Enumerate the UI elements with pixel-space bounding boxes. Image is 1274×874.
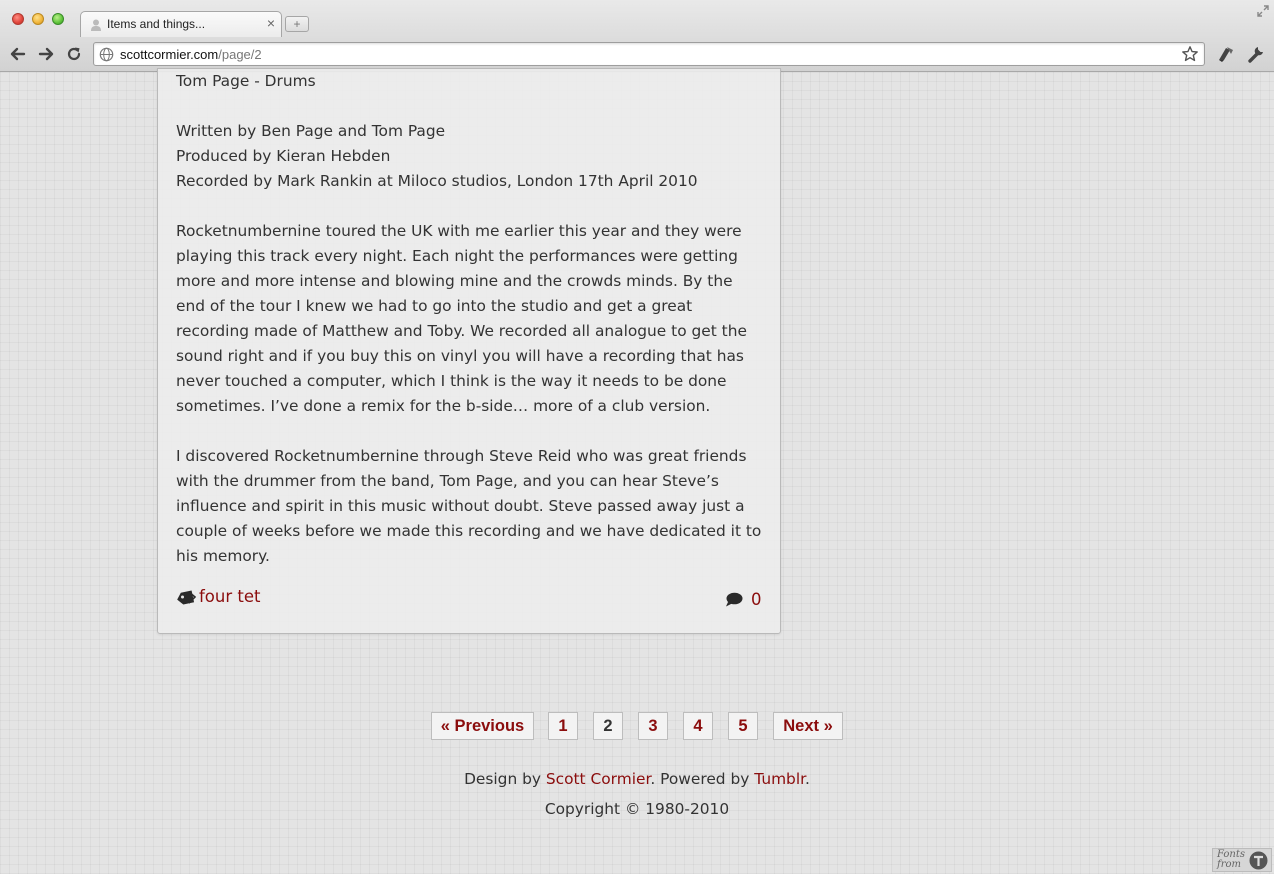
address-bar[interactable]: scottcormier.com/page/2: [93, 42, 1205, 66]
footer-copyright: Copyright © 1980-2010: [544, 800, 730, 818]
post-body: Tom Page - Drums Written by Ben Page and…: [176, 69, 766, 569]
tab-title: Items and things...: [107, 17, 206, 31]
footer-design-prefix: Design by: [464, 770, 546, 788]
post-paragraph: I discovered Rocketnumbernine through St…: [176, 447, 762, 565]
post-paragraph: Written by Ben Page and Tom Page Produce…: [176, 122, 698, 190]
back-arrow-icon: [10, 47, 26, 61]
page-5-button[interactable]: 5: [728, 712, 758, 740]
url-domain: scottcormier.com: [120, 47, 219, 62]
address-url[interactable]: scottcormier.com/page/2: [120, 47, 262, 62]
post-paragraph: Rocketnumbernine toured the UK with me e…: [176, 222, 747, 415]
extension-icon[interactable]: [1216, 44, 1236, 64]
page-1-button[interactable]: 1: [548, 712, 578, 740]
new-tab-button[interactable]: +: [285, 16, 309, 32]
tumblr-link[interactable]: Tumblr: [754, 770, 805, 788]
comment-icon: [726, 592, 743, 607]
footer-credits: Design by Scott Cormier. Powered by Tumb…: [0, 770, 1274, 788]
reload-icon: [67, 47, 81, 61]
tab-close-icon[interactable]: ×: [267, 15, 275, 31]
next-page-button[interactable]: Next »: [773, 712, 843, 740]
typekit-logo: [1249, 851, 1268, 870]
back-button[interactable]: [8, 44, 28, 64]
designer-link[interactable]: Scott Cormier: [546, 770, 650, 788]
footer-suffix: .: [805, 770, 810, 788]
tag-link[interactable]: four tet: [199, 587, 260, 606]
zoom-window-button[interactable]: [52, 13, 64, 25]
wrench-icon[interactable]: [1246, 44, 1266, 64]
page-favicon-icon: [91, 19, 101, 31]
forward-arrow-icon: [38, 47, 54, 61]
close-window-button[interactable]: [12, 13, 24, 25]
comment-count-link[interactable]: 0: [751, 590, 762, 609]
fullscreen-icon[interactable]: [1256, 4, 1270, 18]
fonts-badge[interactable]: Fonts from: [1212, 848, 1272, 872]
browser-chrome: Items and things... × + scottcormier.com…: [0, 0, 1274, 72]
footer-powered-prefix: . Powered by: [650, 770, 755, 788]
browser-tab[interactable]: Items and things... ×: [80, 11, 282, 37]
url-path: /page/2: [218, 47, 262, 62]
page-2-current: 2: [593, 712, 623, 740]
globe-icon: [99, 47, 114, 62]
star-icon[interactable]: [1181, 45, 1199, 63]
reload-button[interactable]: [64, 44, 84, 64]
minimize-window-button[interactable]: [32, 13, 44, 25]
page-body: Tom Page - Drums Written by Ben Page and…: [0, 68, 1274, 874]
post-card: Tom Page - Drums Written by Ben Page and…: [157, 68, 781, 634]
post-paragraph: Tom Page - Drums: [176, 72, 316, 90]
forward-button[interactable]: [36, 44, 56, 64]
page-3-button[interactable]: 3: [638, 712, 668, 740]
page-4-button[interactable]: 4: [683, 712, 713, 740]
tag-icon: [177, 590, 196, 605]
fonts-badge-text: Fonts from: [1217, 849, 1246, 870]
previous-page-button[interactable]: « Previous: [431, 712, 534, 740]
